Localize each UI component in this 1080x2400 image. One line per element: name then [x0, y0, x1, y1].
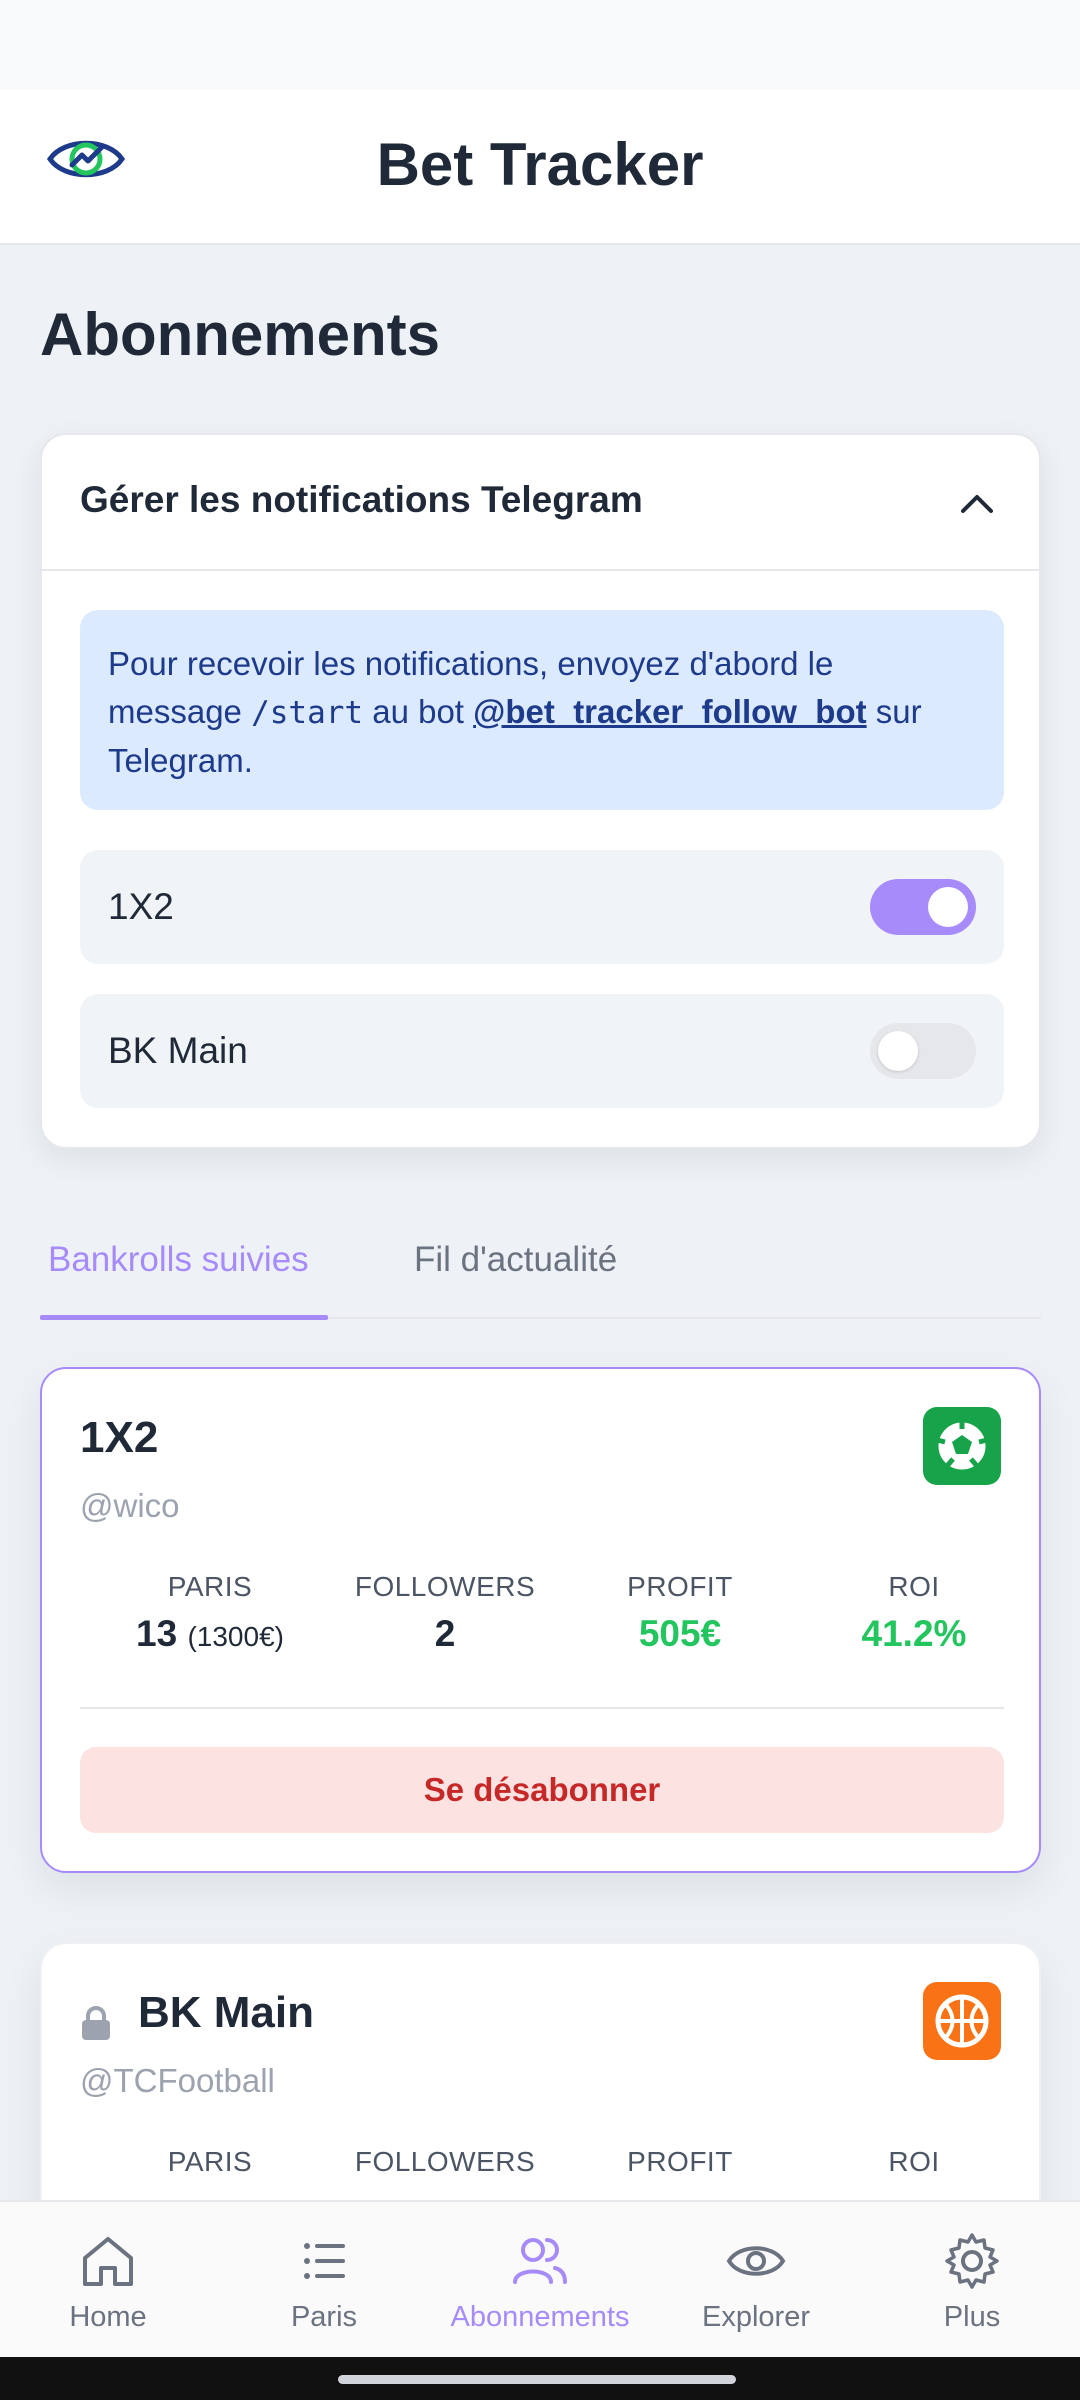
start-command: /start — [251, 695, 364, 731]
subscriptions-tabs: Bankrolls suivies Fil d'actualité — [40, 1215, 1041, 1320]
stat-profit: PROFIT — [560, 2146, 800, 2178]
nav-label: Paris — [290, 2301, 358, 2333]
bankroll-card-1x2[interactable]: 1X2 @wico PARIS 13 (1300€) FOLLOWERS 2 P… — [40, 1367, 1041, 1873]
notification-row-1x2: 1X2 — [80, 850, 1004, 964]
bankroll-handle[interactable]: @TCFootball — [80, 2062, 275, 2100]
stat-label: FOLLOWERS — [354, 2146, 536, 2177]
stat-value: 505€ — [638, 1613, 722, 1654]
stat-label: PARIS — [167, 2146, 253, 2177]
nav-plus[interactable]: Plus — [864, 2230, 1080, 2334]
telegram-notifications-panel: Gérer les notifications Telegram Pour re… — [40, 433, 1041, 1149]
bankroll-handle[interactable]: @wico — [80, 1487, 180, 1525]
stat-followers: FOLLOWERS — [325, 2146, 565, 2178]
bottom-navigation: Home Paris Abonnements Explorer Plus — [0, 2200, 1080, 2357]
soccer-ball-icon — [923, 1407, 1001, 1485]
stat-followers: FOLLOWERS 2 — [325, 1571, 565, 1655]
telegram-bot-link[interactable]: @bet_tracker_follow_bot — [473, 693, 866, 730]
list-icon — [304, 2243, 345, 2279]
notifications-panel-title: Gérer les notifications Telegram — [80, 479, 643, 520]
gear-icon — [945, 2233, 999, 2289]
tab-fil-actualite[interactable]: Fil d'actualité — [414, 1240, 617, 1280]
stat-profit: PROFIT 505€ — [560, 1571, 800, 1655]
nav-label: Explorer — [702, 2301, 810, 2333]
telegram-info-message: Pour recevoir les notifications, envoyez… — [80, 610, 1004, 810]
nav-explorer[interactable]: Explorer — [648, 2230, 864, 2334]
stat-label: ROI — [888, 2146, 940, 2177]
active-tab-indicator — [40, 1315, 328, 1320]
app-title: Bet Tracker — [376, 131, 704, 198]
home-indicator[interactable] — [338, 2375, 736, 2384]
stat-value: 41.2% — [861, 1613, 967, 1654]
stat-label: PROFIT — [627, 1571, 733, 1602]
system-navigation-bar — [0, 2357, 1080, 2400]
nav-paris[interactable]: Paris — [216, 2230, 432, 2334]
info-text: au bot — [363, 693, 474, 730]
nav-label: Home — [69, 2301, 147, 2333]
stat-paris: PARIS — [90, 2146, 330, 2178]
paris-count: 13 — [136, 1613, 178, 1654]
notification-row-label: BK Main — [108, 1030, 248, 1071]
basketball-icon — [923, 1982, 1001, 2060]
stat-roi: ROI — [794, 2146, 1034, 2178]
eye-icon — [726, 2246, 786, 2276]
notification-toggle-bk-main[interactable] — [870, 1023, 976, 1079]
home-icon — [83, 2237, 133, 2286]
card-divider — [80, 1707, 1004, 1709]
notification-toggle-1x2[interactable] — [870, 879, 976, 935]
stat-paris: PARIS 13 (1300€) — [90, 1571, 330, 1655]
app-header: Bet Tracker — [0, 90, 1080, 245]
notification-row-label: 1X2 — [108, 886, 174, 927]
lock-icon — [82, 2006, 110, 2040]
nav-label: Plus — [943, 2301, 1001, 2333]
bankroll-name: 1X2 — [80, 1413, 159, 1462]
bankroll-name: BK Main — [138, 1988, 314, 2037]
toggle-knob — [878, 1031, 918, 1071]
status-bar — [0, 0, 1080, 90]
stat-roi: ROI 41.2% — [794, 1571, 1034, 1655]
users-icon — [513, 2238, 567, 2284]
stat-label: FOLLOWERS — [354, 1571, 536, 1602]
stat-value: 2 — [434, 1613, 456, 1654]
toggle-knob — [928, 887, 968, 927]
nav-home[interactable]: Home — [0, 2230, 216, 2334]
nav-abonnements[interactable]: Abonnements — [432, 2230, 648, 2334]
unsubscribe-button[interactable]: Se désabonner — [80, 1747, 1004, 1833]
chevron-up-icon[interactable] — [957, 483, 997, 523]
notifications-panel-header[interactable]: Gérer les notifications Telegram — [42, 435, 1039, 571]
tab-bankrolls-suivies[interactable]: Bankrolls suivies — [48, 1240, 309, 1280]
page-title: Abonnements — [40, 301, 441, 368]
stat-label: ROI — [888, 1571, 940, 1602]
stat-label: PARIS — [167, 1571, 253, 1602]
stat-value: 13 (1300€) — [90, 1613, 330, 1655]
paris-amount: (1300€) — [187, 1621, 284, 1652]
nav-label: Abonnements — [450, 2301, 630, 2333]
notification-row-bk-main: BK Main — [80, 994, 1004, 1108]
stat-label: PROFIT — [627, 2146, 733, 2177]
bankroll-card-bk-main[interactable]: BK Main @TCFootball PARIS FOLLOWERS PROF… — [40, 1942, 1041, 2242]
